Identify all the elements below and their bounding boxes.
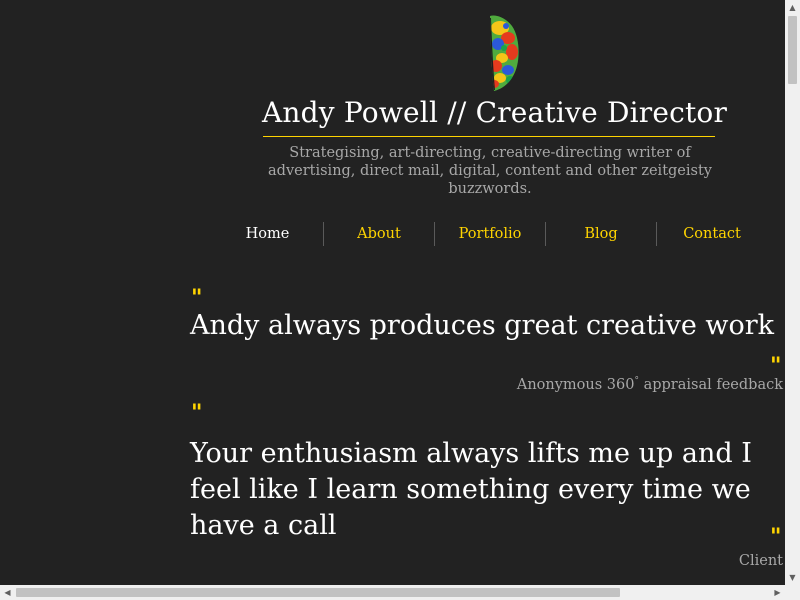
testimonial-attribution: Client xyxy=(738,553,783,569)
horizontal-scrollbar[interactable]: ◀ ▶ xyxy=(0,585,785,600)
nav-item-contact[interactable]: Contact xyxy=(656,222,767,246)
testimonial-quote: Andy always produces great creative work xyxy=(190,310,775,341)
testimonial-quote: Your enthusiasm always lifts me up and I… xyxy=(190,438,752,541)
attribution-source: Anonymous 360 xyxy=(516,376,635,393)
horizontal-scroll-thumb[interactable] xyxy=(16,588,620,597)
brain-heatmap-icon xyxy=(490,15,519,91)
scroll-down-arrow-icon[interactable]: ▼ xyxy=(785,570,800,585)
vertical-scroll-thumb[interactable] xyxy=(788,16,797,84)
site-title: Andy Powell // Creative Director xyxy=(262,96,728,129)
site-tagline: Strategising, art-directing, creative-di… xyxy=(268,145,712,197)
nav-item-about[interactable]: About xyxy=(323,222,434,246)
vertical-scrollbar[interactable]: ▲ ▼ xyxy=(785,0,800,585)
scrollbar-corner xyxy=(785,585,800,600)
scroll-left-arrow-icon[interactable]: ◀ xyxy=(0,585,15,600)
title-underline xyxy=(263,136,715,137)
scroll-up-arrow-icon[interactable]: ▲ xyxy=(785,0,800,15)
scroll-right-arrow-icon[interactable]: ▶ xyxy=(770,585,785,600)
page-viewport: Andy Powell // Creative Director Strateg… xyxy=(0,0,785,585)
open-quote-icon: " xyxy=(191,401,203,426)
nav-item-blog[interactable]: Blog xyxy=(545,222,656,246)
close-quote-icon: " xyxy=(770,525,782,550)
testimonial-attribution: Anonymous 360° appraisal feedback xyxy=(517,376,783,393)
attribution-suffix: appraisal feedback xyxy=(638,376,783,393)
close-quote-icon: " xyxy=(770,354,782,379)
main-nav: Home About Portfolio Blog Contact xyxy=(212,222,768,248)
nav-item-portfolio[interactable]: Portfolio xyxy=(434,222,545,246)
open-quote-icon: " xyxy=(191,286,203,311)
nav-item-home[interactable]: Home xyxy=(212,222,323,246)
